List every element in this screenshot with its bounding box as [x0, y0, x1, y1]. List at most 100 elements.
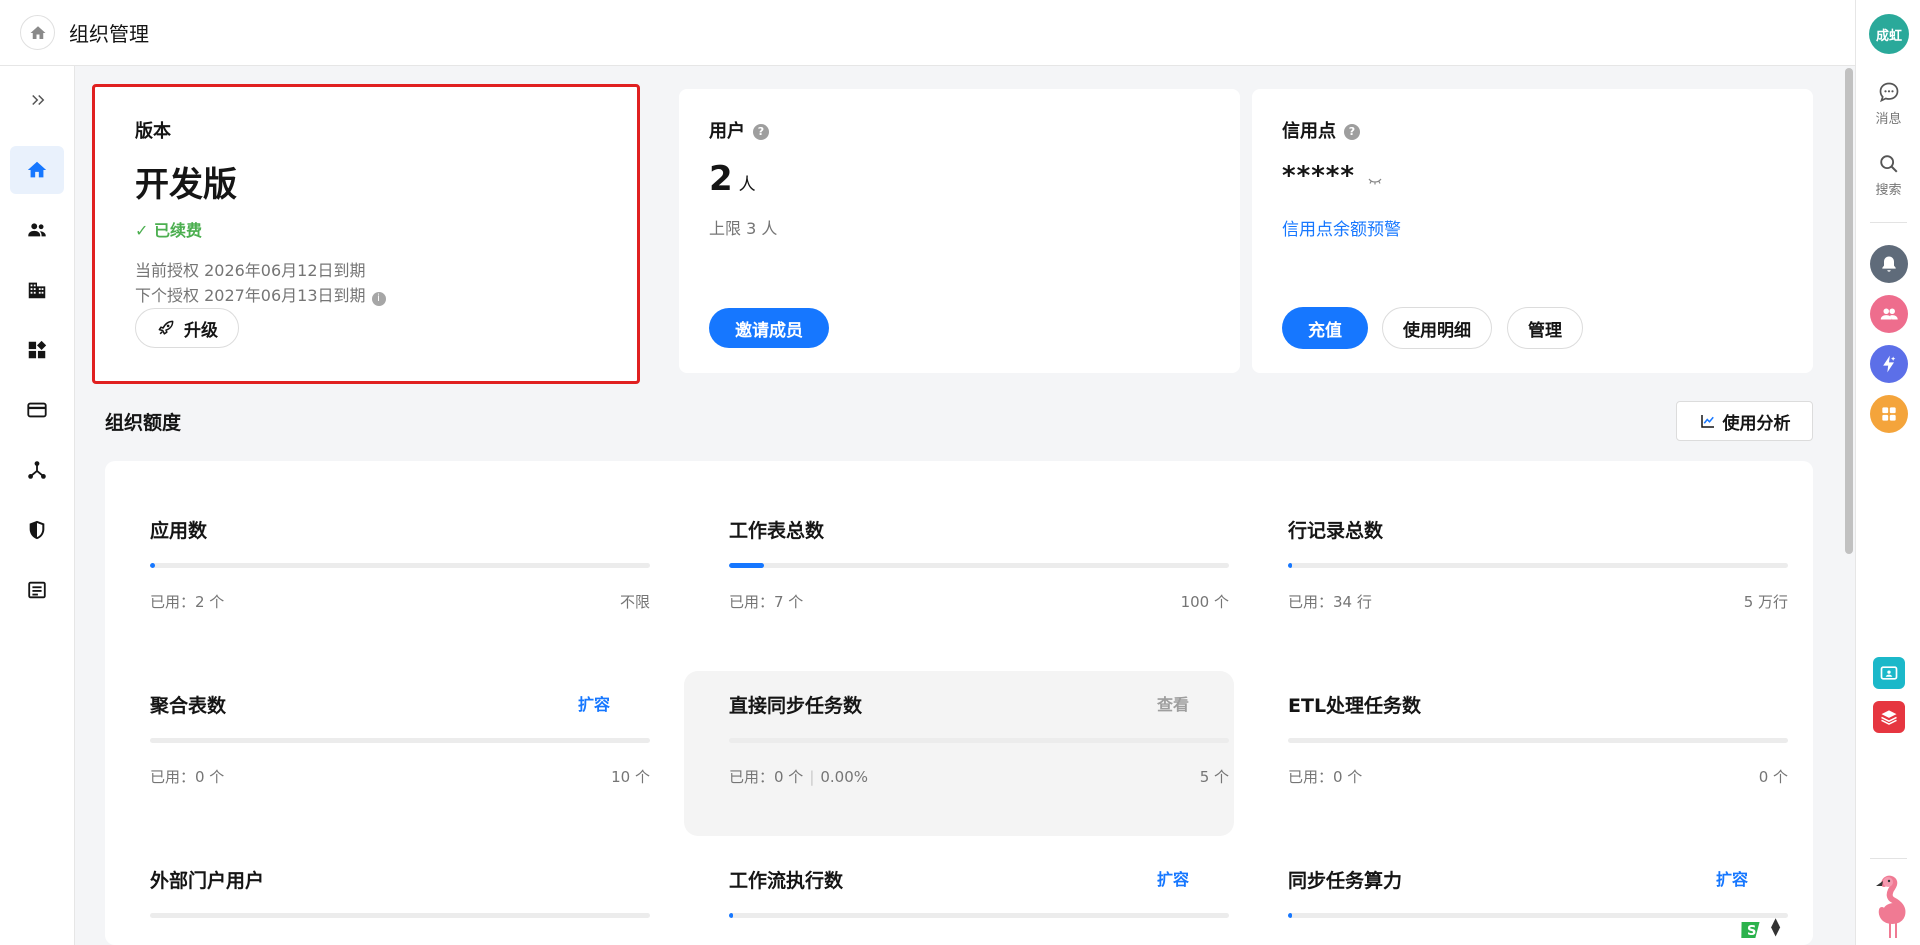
home-icon — [30, 25, 45, 39]
line-chart-icon — [1700, 415, 1714, 428]
avatar[interactable]: 成虹 — [1869, 14, 1909, 54]
page-title: 组织管理 — [69, 22, 149, 46]
layers-icon — [1881, 710, 1897, 725]
apps-grid-button[interactable] — [1870, 395, 1908, 433]
quota-progress-bar — [150, 913, 650, 918]
input-method-icon[interactable]: S — [1738, 918, 1764, 942]
group-icon — [1880, 308, 1898, 320]
rocket-icon — [158, 320, 174, 335]
sidebar-item-logs[interactable] — [10, 566, 64, 614]
quota-title: 工作流执行数 — [729, 870, 844, 892]
quota-limit: 0 个 — [1758, 768, 1788, 786]
sidebar-item-apps[interactable] — [10, 326, 64, 374]
expand-capacity-link[interactable]: 扩容 — [1157, 866, 1189, 890]
sidebar-item-home[interactable] — [10, 146, 64, 194]
double-chevron-right-icon — [32, 94, 45, 106]
manage-button[interactable]: 管理 — [1507, 307, 1583, 349]
sidebar-item-departments[interactable] — [10, 266, 64, 314]
version-label: 版本 — [135, 121, 171, 142]
expand-sidebar-button[interactable] — [26, 88, 50, 112]
lightning-icon — [1883, 355, 1896, 373]
renewal-status: ✓ 已续费 — [135, 221, 202, 240]
search-button[interactable]: 搜索 — [1856, 153, 1920, 198]
quota-panel: 应用数 已用：2 个 不限 工作表总数 已用：7 个 100 个 行记录总数 已… — [105, 461, 1813, 945]
quota-limit: 5 万行 — [1743, 593, 1788, 611]
sidebar-item-billing[interactable] — [10, 386, 64, 434]
quota-section-title: 组织额度 — [105, 412, 182, 434]
quota-title: 聚合表数 — [150, 695, 227, 717]
check-icon: ✓ — [135, 221, 149, 240]
chat-icon — [1879, 82, 1898, 103]
quota-item-records: 行记录总数 已用：34 行 5 万行 — [1243, 461, 1793, 626]
sidebar-item-security[interactable] — [10, 506, 64, 554]
search-icon — [1879, 155, 1898, 173]
credit-balance-masked: ***** — [1282, 161, 1383, 191]
invite-members-button[interactable]: 邀请成员 — [709, 308, 829, 348]
sidebar-item-integration[interactable] — [10, 446, 64, 494]
info-icon[interactable]: i — [371, 292, 386, 306]
quota-used: 已用：0 个 | 0.00% — [729, 768, 869, 786]
quota-item-etl: ETL处理任务数 已用：0 个 0 个 — [1243, 636, 1793, 801]
notifications-button[interactable] — [1870, 245, 1908, 283]
users-card: 用户? 2人 上限 3 人 邀请成员 — [679, 89, 1240, 373]
automation-button[interactable] — [1870, 345, 1908, 383]
users-label: 用户? — [709, 117, 769, 143]
expand-capacity-link[interactable]: 扩容 — [578, 691, 610, 715]
eye-closed-icon[interactable] — [1367, 176, 1383, 186]
quota-item-portal-users: 外部门户用户 — [105, 811, 655, 945]
quota-item-apps: 应用数 已用：2 个 不限 — [105, 461, 655, 626]
credit-label: 信用点? — [1282, 117, 1360, 143]
shield-icon — [29, 520, 45, 540]
people-icon — [28, 223, 46, 237]
flamingo-mascot-icon[interactable] — [1870, 874, 1914, 940]
usage-analysis-button[interactable]: 使用分析 — [1676, 401, 1813, 441]
view-link[interactable]: 查看 — [1157, 691, 1189, 715]
quota-used: 已用：0 个 — [150, 768, 225, 786]
help-icon[interactable]: ? — [753, 124, 769, 140]
quota-title: 工作表总数 — [729, 520, 825, 542]
messages-button[interactable]: 消息 — [1856, 80, 1920, 127]
left-sidebar — [0, 66, 75, 945]
quota-progress-fill — [1288, 913, 1292, 918]
quota-item-sync-compute: 同步任务算力 扩容 — [1243, 811, 1793, 945]
quota-item-aggregate-tables: 聚合表数 扩容 已用：0 个 10 个 — [105, 636, 655, 801]
quota-title: 行记录总数 — [1288, 520, 1384, 542]
quota-used: 已用：2 个 — [150, 593, 225, 611]
credit-alert-link[interactable]: 信用点余额预警 — [1282, 215, 1401, 240]
quota-progress-fill — [150, 563, 155, 568]
portal-button[interactable] — [1873, 657, 1905, 689]
upgrade-button[interactable]: 升级 — [135, 308, 239, 348]
quota-limit: 10 个 — [611, 768, 650, 786]
quota-limit: 不限 — [619, 593, 650, 611]
quota-limit: 100 个 — [1180, 593, 1229, 611]
quota-title: 同步任务算力 — [1288, 870, 1403, 892]
divider — [1870, 222, 1907, 223]
help-icon[interactable]: ? — [1344, 124, 1360, 140]
version-card: 版本 开发版 ✓ 已续费 当前授权 2026年06月12日到期 下个授权 202… — [92, 84, 640, 384]
quota-title: 应用数 — [150, 520, 208, 542]
top-bar: 组织管理 — [0, 0, 1855, 66]
svg-text:S: S — [1747, 924, 1756, 939]
library-button[interactable] — [1873, 701, 1905, 733]
widgets-icon — [28, 340, 47, 359]
next-license: 下个授权 2027年06月13日到期 i — [135, 282, 386, 306]
right-toolbar: 成虹 消息 搜索 — [1855, 0, 1920, 945]
scroll-arrows-icon[interactable]: ▲ ▼ — [1771, 916, 1780, 937]
scrollbar-thumb[interactable] — [1845, 68, 1853, 554]
current-license: 当前授权 2026年06月12日到期 — [135, 261, 366, 280]
log-icon — [28, 581, 46, 599]
credit-card-icon — [27, 402, 47, 418]
quota-progress-bar — [1288, 563, 1788, 568]
recharge-button[interactable]: 充值 — [1282, 307, 1368, 349]
quota-title: 外部门户用户 — [150, 870, 265, 892]
expand-capacity-link[interactable]: 扩容 — [1716, 866, 1748, 890]
quota-progress-bar — [1288, 738, 1788, 743]
usage-details-button[interactable]: 使用明细 — [1382, 307, 1492, 349]
sidebar-item-members[interactable] — [10, 206, 64, 254]
contacts-button[interactable] — [1870, 295, 1908, 333]
user-count: 2人 — [709, 159, 756, 199]
quota-item-workflow-runs: 工作流执行数 扩容 — [684, 811, 1234, 945]
home-button[interactable] — [20, 15, 55, 50]
edition-name: 开发版 — [135, 165, 237, 205]
quota-used: 已用：0 个 — [1288, 768, 1363, 786]
